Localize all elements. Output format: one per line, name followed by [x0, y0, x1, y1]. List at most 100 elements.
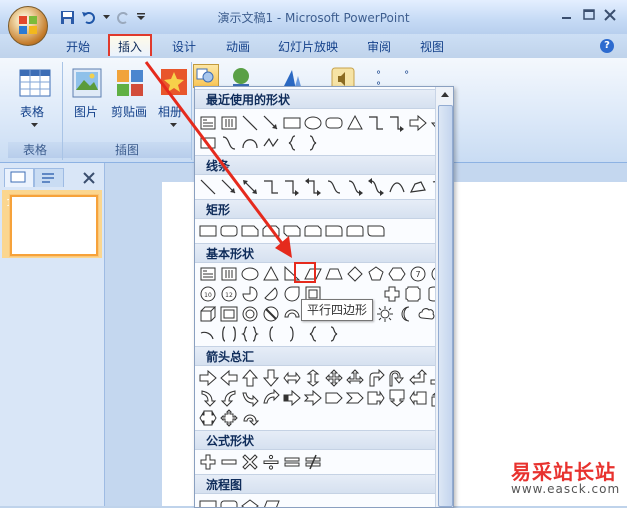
- tab-home[interactable]: 开始: [66, 38, 90, 55]
- diamond-shape[interactable]: [346, 265, 364, 283]
- album-dropdown-icon[interactable]: [170, 123, 177, 128]
- triangle-shape[interactable]: [346, 114, 364, 132]
- oval-shape[interactable]: [304, 114, 322, 132]
- outline-tab[interactable]: [34, 168, 64, 187]
- arrow-line-shape[interactable]: [262, 114, 280, 132]
- line-shape[interactable]: [241, 114, 259, 132]
- right-bracket-shape[interactable]: [283, 325, 301, 343]
- donut-shape[interactable]: [241, 305, 259, 323]
- shapes-button[interactable]: [193, 64, 219, 88]
- left-right-arrow[interactable]: [283, 369, 301, 387]
- snip-diagonal-rect[interactable]: [283, 222, 301, 240]
- flowchart-decision[interactable]: [241, 497, 259, 508]
- flowchart-process-2[interactable]: [199, 497, 217, 508]
- left-right-arrow-callout[interactable]: [199, 409, 217, 427]
- moon-shape[interactable]: [397, 305, 415, 323]
- plus-shape[interactable]: [383, 285, 401, 303]
- down-arrow-callout[interactable]: [388, 389, 406, 407]
- block-arc-shape[interactable]: [283, 305, 301, 323]
- pentagon-arrow[interactable]: [325, 389, 343, 407]
- curved-arrow-2[interactable]: [346, 178, 364, 196]
- right-brace-2[interactable]: [325, 325, 343, 343]
- gallery-scrollbar[interactable]: [435, 87, 453, 507]
- chevron-arrow[interactable]: [346, 389, 364, 407]
- trapezoid-shape[interactable]: [325, 265, 343, 283]
- curved-connector-shape[interactable]: [220, 134, 238, 152]
- table-button-label[interactable]: 表格: [20, 103, 44, 120]
- arc-shape-2[interactable]: [199, 325, 217, 343]
- picture-icon[interactable]: [72, 68, 102, 98]
- textbox-shape-2[interactable]: [199, 265, 217, 283]
- tab-design[interactable]: 设计: [172, 38, 196, 55]
- curved-down-arrow[interactable]: [262, 389, 280, 407]
- help-icon[interactable]: ?: [600, 39, 614, 53]
- round-diagonal-rect[interactable]: [367, 222, 385, 240]
- freeform-2[interactable]: [409, 178, 427, 196]
- quad-arrow-callout[interactable]: [220, 409, 238, 427]
- block-left-arrow[interactable]: [220, 369, 238, 387]
- arc-shape[interactable]: [241, 134, 259, 152]
- bevel-shape[interactable]: [220, 305, 238, 323]
- block-up-arrow[interactable]: [241, 369, 259, 387]
- line-shape-2[interactable]: [199, 178, 217, 196]
- notched-right-arrow[interactable]: [304, 389, 322, 407]
- bent-arrow[interactable]: [367, 369, 385, 387]
- close-icon[interactable]: [603, 8, 617, 22]
- divide-equation-shape[interactable]: [262, 453, 280, 471]
- rectangle-shape[interactable]: [283, 114, 301, 132]
- pentagon-shape[interactable]: [367, 265, 385, 283]
- block-down-arrow[interactable]: [262, 369, 280, 387]
- elbow-arrow-2[interactable]: [283, 178, 301, 196]
- curved-up-arrow[interactable]: [241, 389, 259, 407]
- tab-view[interactable]: 视图: [420, 38, 444, 55]
- minus-equation-shape[interactable]: [220, 453, 238, 471]
- right-arrow-shape[interactable]: [409, 114, 427, 132]
- table-icon[interactable]: [19, 69, 51, 97]
- scroll-thumb[interactable]: [438, 105, 453, 507]
- slide-thumbnail[interactable]: [10, 195, 98, 256]
- round-single-corner-rect[interactable]: [325, 222, 343, 240]
- pie-shape[interactable]: [241, 285, 259, 303]
- rect-shape-1[interactable]: [199, 222, 217, 240]
- clipart-icon[interactable]: [115, 68, 145, 98]
- left-brace-shape[interactable]: [283, 134, 301, 152]
- curve-shape[interactable]: [388, 178, 406, 196]
- u-turn-arrow[interactable]: [388, 369, 406, 387]
- flowchart-process-shape[interactable]: [199, 134, 217, 152]
- textbox-shape[interactable]: [199, 114, 217, 132]
- multiply-equation-shape[interactable]: [241, 453, 259, 471]
- left-bracket-shape[interactable]: [262, 325, 280, 343]
- not-equal-equation-shape[interactable]: [304, 453, 322, 471]
- rounded-rectangle-shape[interactable]: [325, 114, 343, 132]
- teardrop-shape[interactable]: [283, 285, 301, 303]
- double-arrow-shape[interactable]: [241, 178, 259, 196]
- double-bracket-shape[interactable]: [220, 325, 238, 343]
- cube-shape[interactable]: [199, 305, 217, 323]
- rounded-rect-1[interactable]: [220, 222, 238, 240]
- tab-slideshow[interactable]: 幻灯片放映: [278, 38, 338, 55]
- striped-right-arrow[interactable]: [283, 389, 301, 407]
- flowchart-data[interactable]: [262, 497, 280, 508]
- snip-same-side-rect[interactable]: [262, 222, 280, 240]
- left-up-arrow[interactable]: [409, 369, 427, 387]
- round-same-side-rect[interactable]: [346, 222, 364, 240]
- flowchart-alternate-process[interactable]: [220, 497, 238, 508]
- tab-animation[interactable]: 动画: [226, 38, 250, 55]
- photo-album-icon[interactable]: [160, 68, 188, 96]
- freeform-shape[interactable]: [262, 134, 280, 152]
- heptagon-shape[interactable]: 7: [409, 265, 427, 283]
- left-brace-2[interactable]: [304, 325, 322, 343]
- plus-equation-shape[interactable]: [199, 453, 217, 471]
- equal-equation-shape[interactable]: [283, 453, 301, 471]
- right-arrow-callout[interactable]: [367, 389, 385, 407]
- quad-arrow[interactable]: [325, 369, 343, 387]
- close-pane-icon[interactable]: [83, 172, 95, 184]
- oval-shape-2[interactable]: [241, 265, 259, 283]
- table-dropdown-icon[interactable]: [31, 123, 38, 128]
- curved-right-arrow[interactable]: [199, 389, 217, 407]
- curved-connector-2[interactable]: [325, 178, 343, 196]
- arrow-shape-2[interactable]: [220, 178, 238, 196]
- right-brace-shape[interactable]: [304, 134, 322, 152]
- curved-double-arrow[interactable]: [367, 178, 385, 196]
- minimize-icon[interactable]: [560, 8, 574, 22]
